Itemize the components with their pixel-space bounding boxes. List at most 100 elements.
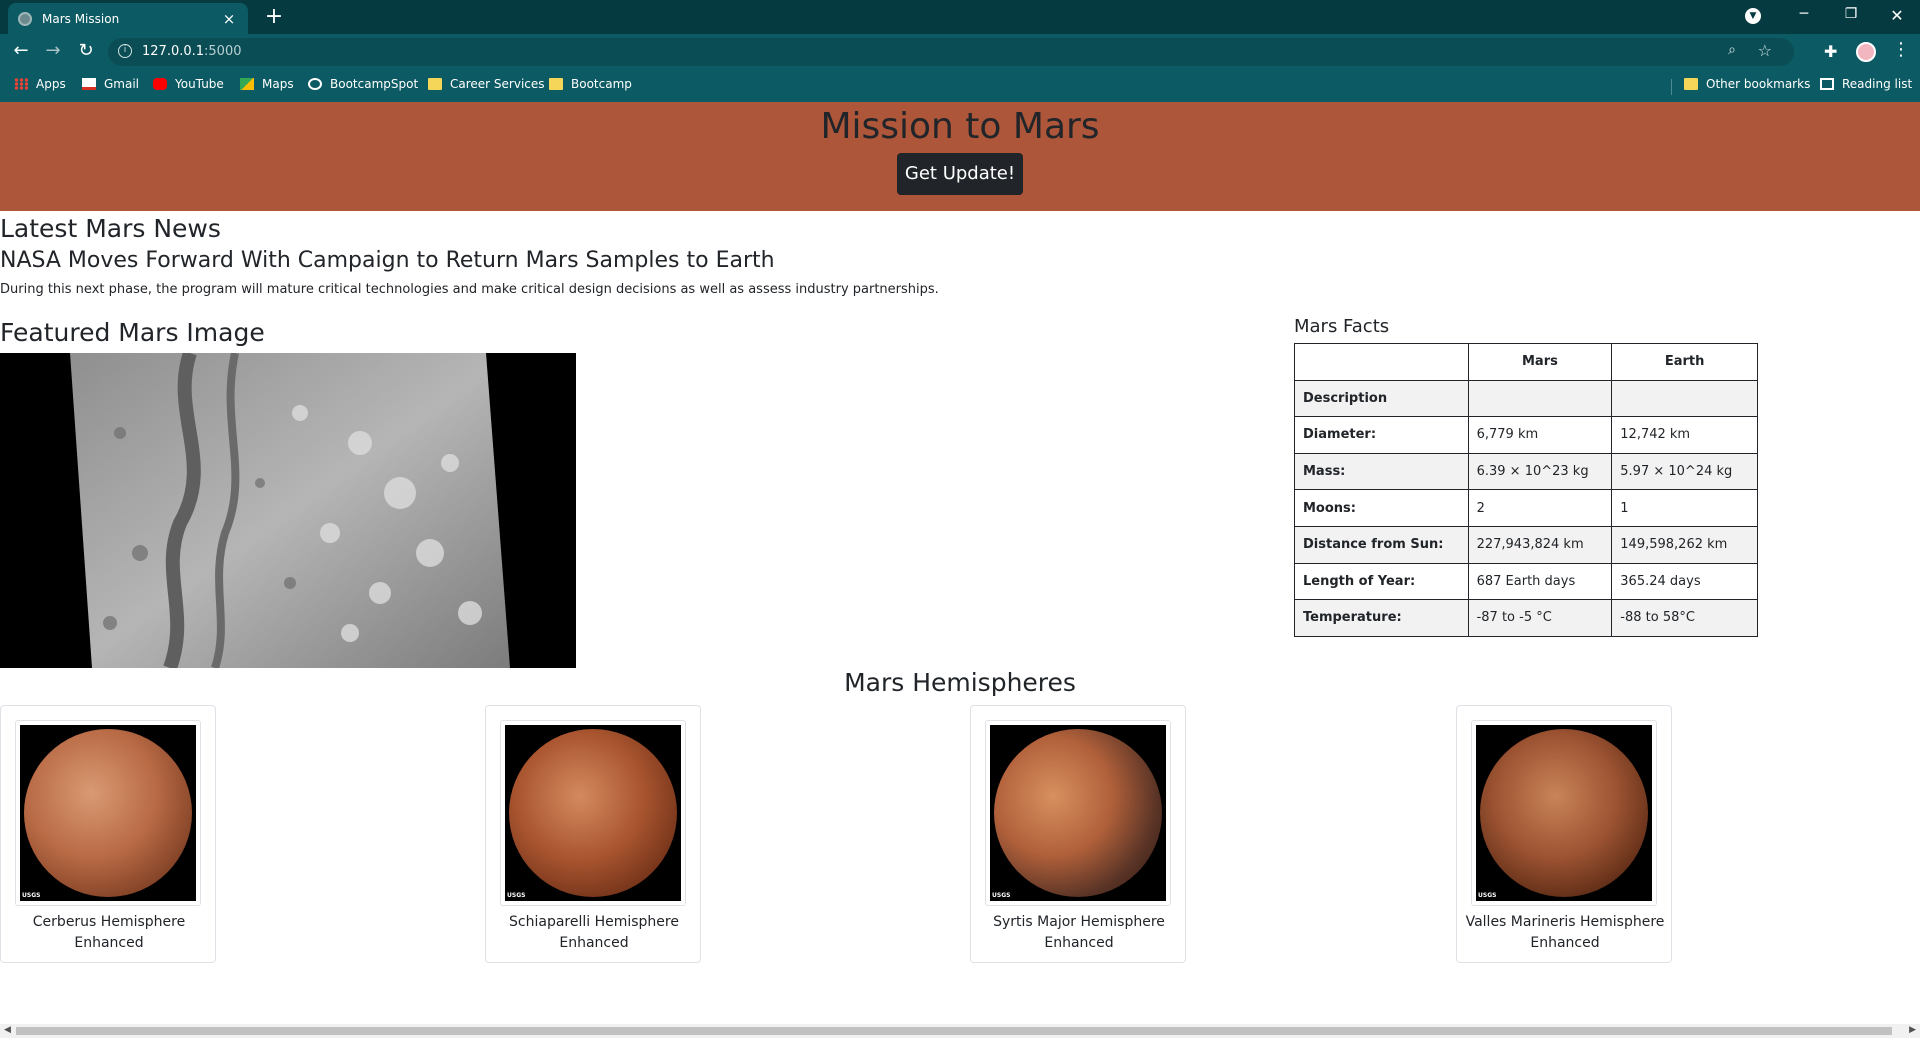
row-label: Temperature:	[1294, 599, 1469, 637]
hemispheres-heading: Mars Hemispheres	[844, 668, 1076, 697]
usgs-logo: USGS	[1478, 892, 1497, 899]
gmail-icon	[82, 78, 96, 90]
scroll-right-arrow-icon[interactable]: ▶	[1909, 1025, 1916, 1035]
usgs-logo: USGS	[22, 892, 41, 899]
hemisphere-caption: Syrtis Major Hemisphere Enhanced	[993, 914, 1165, 951]
table-header-cell: Mars	[1467, 343, 1613, 381]
browser-menu-icon[interactable]: ⋮	[1892, 39, 1910, 60]
table-cell: 149,598,262 km	[1611, 525, 1758, 564]
scroll-left-arrow-icon[interactable]: ◀	[4, 1025, 11, 1035]
maps-icon	[240, 78, 254, 90]
close-window-button[interactable]: ✕	[1882, 6, 1912, 25]
header-jumbotron: Mission to Mars Get Update!	[0, 102, 1920, 211]
bookmark-youtube[interactable]: YouTube	[153, 77, 224, 91]
bookmarks-bar: Apps Gmail YouTube Maps BootcampSpot Car…	[0, 70, 1920, 102]
row-label: Length of Year:	[1294, 562, 1469, 601]
table-header-row: Mars Earth	[1294, 343, 1758, 381]
tab-title: Mars Mission	[42, 11, 120, 26]
table-cell: -88 to 58°C	[1611, 599, 1758, 637]
profile-avatar[interactable]	[1856, 42, 1876, 62]
row-label: Diameter:	[1294, 416, 1469, 454]
table-cell: 227,943,824 km	[1467, 525, 1613, 564]
table-cell: 5.97 × 10^24 kg	[1611, 452, 1758, 491]
hemisphere-card-schiaparelli[interactable]: USGS Schiaparelli Hemisphere Enhanced	[485, 705, 701, 963]
mars-facts-heading: Mars Facts	[1294, 316, 1390, 337]
row-label: Moons:	[1294, 489, 1469, 527]
news-title: NASA Moves Forward With Campaign to Retu…	[0, 248, 775, 273]
bookmark-bootcampspot[interactable]: BootcampSpot	[308, 77, 418, 91]
table-row: Mass: 6.39 × 10^23 kg 5.97 × 10^24 kg	[1294, 452, 1758, 491]
new-tab-button[interactable]: +	[262, 6, 286, 28]
bookmark-career-services[interactable]: Career Services	[428, 77, 545, 91]
mars-globe-image	[994, 729, 1162, 897]
folder-icon	[1684, 78, 1698, 90]
table-cell	[1467, 379, 1613, 418]
news-paragraph: During this next phase, the program will…	[0, 282, 939, 297]
bookmark-gmail[interactable]: Gmail	[82, 77, 139, 91]
table-row: Description	[1294, 379, 1758, 418]
mars-globe-image	[1480, 729, 1648, 897]
news-heading: Latest Mars News	[0, 214, 221, 243]
featured-image-heading: Featured Mars Image	[0, 318, 265, 347]
minimize-button[interactable]: ─	[1789, 6, 1819, 22]
row-label: Description	[1294, 379, 1469, 418]
folder-icon	[549, 78, 563, 90]
bookmark-apps[interactable]: Apps	[14, 77, 66, 91]
table-cell: 2	[1467, 489, 1613, 527]
hemisphere-thumbnail[interactable]: USGS	[1471, 720, 1657, 906]
restore-button[interactable]: ❐	[1836, 6, 1866, 22]
hemisphere-thumbnail[interactable]: USGS	[985, 720, 1171, 906]
globe-icon	[18, 11, 32, 26]
table-cell: 687 Earth days	[1467, 562, 1613, 601]
reading-list-icon	[1820, 78, 1834, 90]
scrollbar-thumb[interactable]	[16, 1027, 1892, 1035]
usgs-logo: USGS	[507, 892, 526, 899]
extensions-puzzle-icon[interactable]: ✚	[1824, 42, 1837, 61]
download-icon[interactable]: ▼	[1745, 8, 1761, 24]
address-url[interactable]: 127.0.0.1:5000	[142, 44, 242, 59]
hemisphere-thumbnail[interactable]: USGS	[500, 720, 686, 906]
table-row: Distance from Sun: 227,943,824 km 149,598,…	[1294, 525, 1758, 564]
table-row: Length of Year: 687 Earth days 365.24 days	[1294, 562, 1758, 601]
bookmark-star-icon[interactable]: ☆	[1758, 41, 1772, 60]
table-cell: 6.39 × 10^23 kg	[1467, 452, 1613, 491]
folder-icon	[428, 78, 442, 90]
reading-list-button[interactable]: Reading list	[1820, 77, 1912, 91]
bookmark-bootcamp[interactable]: Bootcamp	[549, 77, 632, 91]
hemisphere-card-valles-marineris[interactable]: USGS Valles Marineris Hemisphere Enhanced	[1456, 705, 1672, 963]
browser-toolbar: ← → ↻ i 127.0.0.1:5000 ⌕ ☆ ✚ ⋮	[0, 34, 1920, 70]
table-cell: 365.24 days	[1611, 562, 1758, 601]
table-cell: 1	[1611, 489, 1758, 527]
horizontal-scrollbar[interactable]: ◀ ▶	[0, 1024, 1920, 1038]
bookmarks-divider	[1671, 79, 1672, 95]
hemisphere-card-syrtis-major[interactable]: USGS Syrtis Major Hemisphere Enhanced	[970, 705, 1186, 963]
featured-mars-image	[0, 353, 576, 668]
reload-icon[interactable]: ↻	[74, 40, 98, 62]
close-tab-icon[interactable]: ×	[220, 10, 238, 28]
bookmark-other[interactable]: Other bookmarks	[1684, 77, 1810, 91]
row-label: Mass:	[1294, 452, 1469, 491]
get-update-button[interactable]: Get Update!	[897, 153, 1023, 195]
bookmark-maps[interactable]: Maps	[240, 77, 294, 91]
globe-icon	[308, 78, 322, 90]
hemisphere-caption: Schiaparelli Hemisphere Enhanced	[509, 914, 679, 951]
table-cell	[1611, 379, 1758, 418]
forward-arrow-icon[interactable]: →	[41, 40, 65, 62]
address-bar[interactable]: i 127.0.0.1:5000 ⌕ ☆	[108, 38, 1794, 66]
hemisphere-caption: Valles Marineris Hemisphere Enhanced	[1465, 914, 1665, 951]
page-viewport: Mission to Mars Get Update! Latest Mars …	[0, 102, 1920, 1038]
row-label: Distance from Sun:	[1294, 525, 1469, 564]
table-header-cell: Earth	[1611, 343, 1758, 381]
hemisphere-card-cerberus[interactable]: USGS Cerberus Hemisphere Enhanced	[0, 705, 216, 963]
table-header-cell	[1294, 343, 1469, 381]
back-arrow-icon[interactable]: ←	[9, 40, 33, 62]
zoom-icon[interactable]: ⌕	[1728, 42, 1736, 58]
mars-facts-table: Mars Earth Description Diameter: 6,779 km…	[1294, 343, 1758, 637]
browser-tab-active[interactable]: Mars Mission ×	[8, 3, 248, 34]
hemisphere-thumbnail[interactable]: USGS	[15, 720, 201, 906]
site-info-icon[interactable]: i	[118, 44, 132, 58]
mars-globe-image	[24, 729, 192, 897]
table-row: Temperature: -87 to -5 °C -88 to 58°C	[1294, 599, 1758, 637]
table-cell: 12,742 km	[1611, 416, 1758, 454]
table-row: Diameter: 6,779 km 12,742 km	[1294, 416, 1758, 454]
